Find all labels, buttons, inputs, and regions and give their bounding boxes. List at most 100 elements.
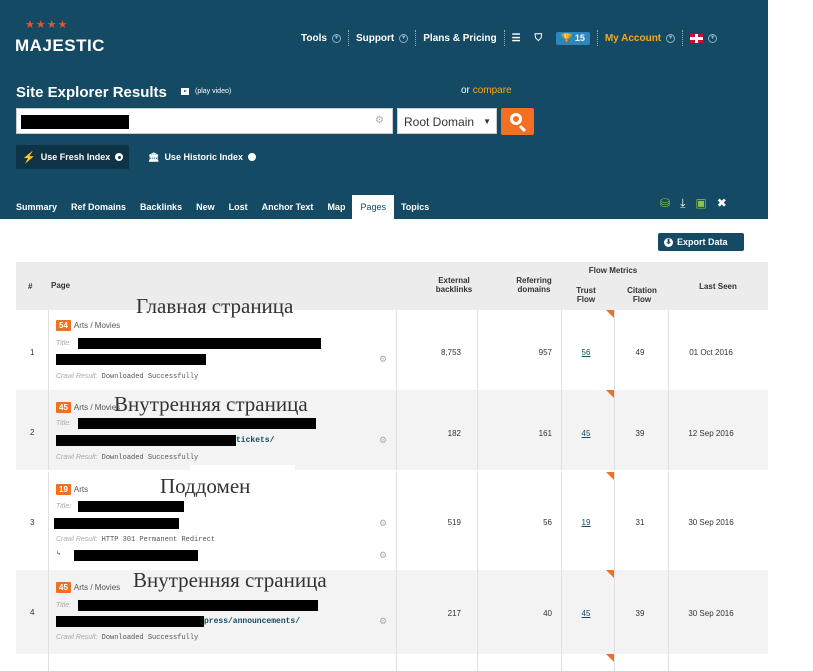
annotation-main-page: Главная страница — [136, 294, 294, 318]
divider — [477, 390, 478, 470]
divider — [614, 472, 615, 570]
tab-ref-domains[interactable]: Ref Domains — [64, 202, 133, 219]
divider — [477, 310, 478, 390]
gear-icon[interactable]: ⚙ — [375, 115, 384, 126]
bucket-add-icon[interactable]: ⛁ — [660, 196, 670, 211]
trust-flow-link[interactable]: 45 — [573, 429, 599, 438]
redacted-title — [78, 418, 316, 429]
referring-domains: 56 — [543, 518, 552, 527]
tab-lost[interactable]: Lost — [222, 202, 255, 219]
gear-icon[interactable]: ⚙ — [379, 518, 387, 529]
divider — [396, 654, 397, 671]
gear-icon[interactable]: ⚙ — [379, 354, 387, 365]
divider — [614, 570, 615, 654]
nav-bucket[interactable]: ⛉ — [528, 33, 550, 44]
col-page[interactable]: Page — [51, 281, 70, 290]
nav-support[interactable]: Support ▼ — [349, 33, 415, 44]
trust-flow-link[interactable]: 45 — [573, 609, 599, 618]
referring-domains: 161 — [538, 429, 552, 438]
divider — [561, 310, 562, 390]
download-icon[interactable]: ⤓ — [680, 196, 685, 211]
redacted-url[interactable] — [56, 616, 204, 627]
external-backlinks: 8,753 — [440, 348, 461, 357]
col-trust-flow[interactable]: Trust Flow — [572, 286, 600, 304]
tab-anchor-text[interactable]: Anchor Text — [255, 202, 321, 219]
trust-flow-link[interactable]: 19 — [573, 518, 599, 527]
search-input[interactable]: ⚙ — [16, 108, 393, 134]
annotation-inner-page: Внутренняя страница — [114, 392, 308, 416]
scope-select[interactable]: Root Domain ▼ — [397, 108, 497, 134]
chevron-down-icon: ▼ — [666, 33, 676, 43]
nav-my-account[interactable]: My Account ▼ — [598, 33, 682, 44]
tab-backlinks[interactable]: Backlinks — [133, 202, 189, 219]
page: { "logo": { "word": "MAJESTIC", "stars":… — [0, 0, 813, 671]
fresh-index-toggle[interactable]: ⚡ Use Fresh Index — [16, 145, 130, 169]
corner-marker-icon — [606, 390, 614, 398]
export-data-button[interactable]: ⬇ Export Data — [658, 233, 744, 251]
divider — [48, 472, 49, 570]
or-compare: or compare — [461, 85, 512, 96]
report-icon[interactable]: ▣ — [695, 196, 706, 211]
play-video-link[interactable]: (play video) — [181, 88, 231, 95]
col-external-l2: backlinks — [435, 285, 473, 294]
col-tf-l2: Flow — [576, 295, 596, 304]
divider — [477, 654, 478, 671]
tab-map[interactable]: Map — [320, 202, 352, 219]
tab-bar: Summary Ref Domains Backlinks New Lost A… — [9, 193, 436, 219]
gear-icon[interactable]: ⚙ — [379, 616, 387, 627]
redacted-url[interactable] — [56, 354, 206, 365]
compare-link[interactable]: compare — [473, 85, 512, 96]
gear-icon[interactable]: ⚙ — [379, 550, 387, 561]
divider — [396, 570, 397, 654]
divider — [668, 390, 669, 470]
historic-index-label: Use Historic Index — [164, 152, 243, 162]
col-external[interactable]: External backlinks — [429, 276, 479, 294]
historic-index-toggle[interactable]: 🏛 Use Historic Index — [142, 145, 262, 169]
corner-marker-icon — [606, 472, 614, 480]
tab-summary[interactable]: Summary — [9, 202, 64, 219]
nav-trophy[interactable]: 🏆 15 — [549, 31, 597, 45]
last-seen: 01 Oct 2016 — [689, 348, 733, 357]
title-label: Title: — [56, 420, 72, 427]
redacted-title — [78, 501, 184, 512]
redacted-redirect-url[interactable] — [74, 550, 198, 561]
url-suffix[interactable]: tickets/ — [236, 436, 274, 445]
url-suffix[interactable]: press/announcements/ — [204, 617, 300, 626]
col-last-seen[interactable]: Last Seen — [688, 282, 748, 291]
trophy-count: 15 — [574, 32, 585, 43]
nav-language[interactable]: ▼ — [683, 33, 724, 43]
bucket-icon: ⛉ — [534, 32, 543, 44]
col-referring[interactable]: Referring domains — [509, 276, 559, 294]
col-flow-metrics: Flow Metrics — [588, 266, 638, 275]
video-icon — [181, 88, 189, 95]
col-citation-flow[interactable]: Citation Flow — [622, 286, 662, 304]
col-tf-l1: Trust — [576, 286, 596, 295]
citation-flow: 31 — [635, 518, 645, 527]
logo-wordmark: MAJESTIC — [15, 36, 105, 55]
redacted-url[interactable] — [54, 518, 179, 529]
divider — [48, 310, 49, 390]
table-row: 4 45 Arts / Movies Title: press/announcem… — [16, 570, 768, 654]
chevron-down-icon: ▼ — [399, 33, 409, 43]
tab-pages[interactable]: Pages — [352, 195, 394, 219]
tools-icon[interactable]: ✖ — [717, 196, 727, 211]
col-external-l1: External — [438, 276, 470, 285]
trust-flow-link[interactable]: 56 — [573, 348, 599, 357]
crawl-result: Crawl Result: Downloaded Successfully — [56, 634, 198, 642]
nav-list[interactable]: ☰ — [505, 33, 528, 44]
divider — [668, 472, 669, 570]
corner-marker-icon — [606, 570, 614, 578]
nav-plans-label: Plans & Pricing — [423, 32, 497, 44]
crawl-value: Downloaded Successfully — [101, 373, 199, 381]
tab-topics[interactable]: Topics — [394, 202, 436, 219]
gear-icon[interactable]: ⚙ — [379, 435, 387, 446]
chevron-down-icon: ▼ — [331, 33, 341, 43]
nav-plans[interactable]: Plans & Pricing — [416, 33, 503, 44]
redacted-url[interactable] — [56, 435, 236, 446]
nav-tools[interactable]: Tools ▼ — [294, 33, 348, 44]
site-header: ★★★★ MAJESTIC Tools ▼ Support ▼ Plans & Pr… — [0, 0, 768, 219]
search-button[interactable] — [501, 108, 534, 135]
tab-new[interactable]: New — [189, 202, 222, 219]
play-video-label: (play video) — [195, 88, 232, 95]
topical-tf-badge: 45 — [56, 402, 71, 413]
